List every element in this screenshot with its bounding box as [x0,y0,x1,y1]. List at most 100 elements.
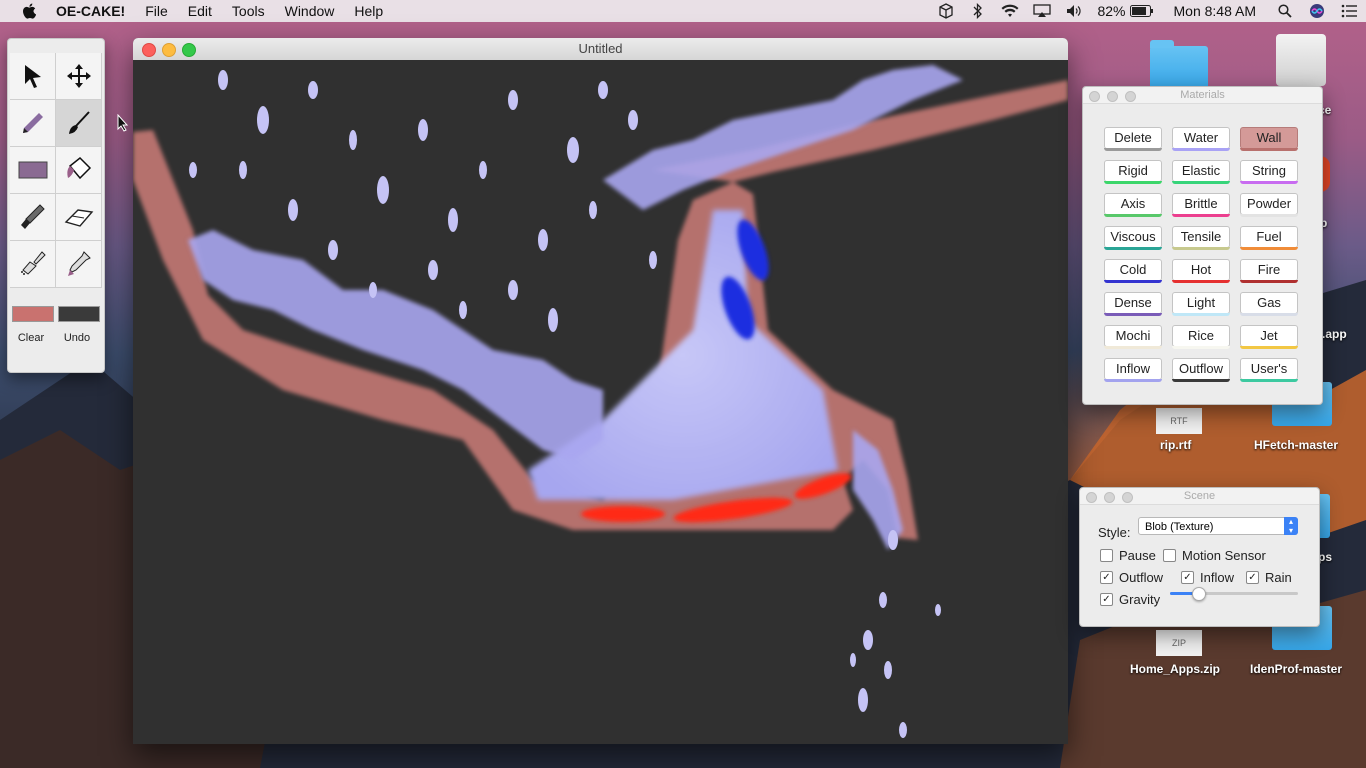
material-label: Inflow [1116,361,1150,376]
material-button-powder[interactable]: Powder [1240,193,1298,217]
gravity-checkbox[interactable]: ✓ Gravity [1100,592,1160,607]
volume-icon[interactable] [1065,3,1083,19]
material-button-mochi[interactable]: Mochi [1104,325,1162,349]
style-select[interactable]: Blob (Texture) ▴ ▾ [1138,517,1298,535]
desktop-folder-icon[interactable] [1150,40,1208,90]
material-button-fire[interactable]: Fire [1240,259,1298,283]
menu-file[interactable]: File [135,0,178,22]
material-button-hot[interactable]: Hot [1172,259,1230,283]
tool-eraser[interactable] [56,194,102,241]
material-button-jet[interactable]: Jet [1240,325,1298,349]
primary-color-swatch[interactable] [12,306,54,322]
tool-dropper[interactable] [56,241,102,288]
notification-center-icon[interactable] [1340,3,1358,19]
material-button-light[interactable]: Light [1172,292,1230,316]
material-button-string[interactable]: String [1240,160,1298,184]
material-button-dense[interactable]: Dense [1104,292,1162,316]
tool-brush[interactable] [56,100,102,147]
undo-button[interactable]: Undo [54,332,100,344]
arrow-pointer-icon [24,65,41,88]
tool-flashlight[interactable] [10,241,56,288]
secondary-color-swatch[interactable] [58,306,100,322]
menu-bar: OE-CAKE! File Edit Tools Window Help 82%… [0,0,1366,22]
tool-move[interactable] [56,53,102,100]
battery-percent: 82% [1097,3,1126,19]
window-titlebar[interactable]: Untitled [133,38,1068,61]
panel-zoom-button[interactable] [1125,91,1136,102]
zip-file-icon[interactable]: ZIP [1156,630,1202,656]
rain-checkbox[interactable]: ✓ Rain [1246,570,1292,585]
desktop-drive-icon[interactable] [1276,34,1326,86]
material-button-inflow[interactable]: Inflow [1104,358,1162,382]
desktop-item-label[interactable]: IdenProf-master [1250,662,1342,676]
scene-panel-title[interactable]: Scene [1080,488,1319,505]
material-button-wall[interactable]: Wall [1240,127,1298,151]
material-button-rigid[interactable]: Rigid [1104,160,1162,184]
apple-menu-icon[interactable] [18,3,40,19]
menu-edit[interactable]: Edit [178,0,222,22]
material-button-outflow[interactable]: Outflow [1172,358,1230,382]
desktop-partial-label: ps [1318,550,1333,564]
material-button-delete[interactable]: Delete [1104,127,1162,151]
rtf-file-icon[interactable]: RTF [1156,408,1202,434]
battery-status[interactable]: 82% [1097,3,1153,19]
panel-minimize-button[interactable] [1107,91,1118,102]
material-color-bar [1240,379,1298,382]
pause-checkbox[interactable]: Pause [1100,548,1156,563]
desktop-partial-label: .app [1322,327,1347,341]
outflow-checkbox[interactable]: ✓ Outflow [1100,570,1163,585]
panel-minimize-button[interactable] [1104,492,1115,503]
material-label: Delete [1114,130,1152,145]
tool-fill[interactable] [56,147,102,194]
material-button-water[interactable]: Water [1172,127,1230,151]
checkbox-box [1100,549,1113,562]
motion-sensor-checkbox[interactable]: Motion Sensor [1163,548,1266,563]
material-button-fuel[interactable]: Fuel [1240,226,1298,250]
materials-panel: Materials Delete Water Wall Rigid Elastic Str… [1082,86,1323,405]
gravity-slider[interactable] [1170,587,1298,601]
panel-close-button[interactable] [1089,91,1100,102]
material-button-axis[interactable]: Axis [1104,193,1162,217]
simulation-canvas[interactable] [133,60,1068,744]
menu-app-name[interactable]: OE-CAKE! [54,0,135,22]
tool-rectangle[interactable] [10,147,56,194]
outflow-label: Outflow [1119,570,1164,585]
inflow-checkbox[interactable]: ✓ Inflow [1181,570,1234,585]
wifi-icon[interactable] [1001,3,1019,19]
material-button-brittle[interactable]: Brittle [1172,193,1230,217]
airplay-icon[interactable] [1033,3,1052,19]
menu-tools[interactable]: Tools [222,0,275,22]
material-button-viscous[interactable]: Viscous [1104,226,1162,250]
materials-panel-title[interactable]: Materials [1083,87,1322,104]
bluetooth-icon[interactable] [969,3,987,19]
panel-close-button[interactable] [1086,492,1097,503]
clear-button[interactable]: Clear [8,332,54,344]
desktop-item-label[interactable]: Home_Apps.zip [1130,662,1220,676]
spotlight-search-icon[interactable] [1276,3,1294,19]
material-color-bar [1104,214,1162,217]
material-label: Cold [1119,262,1147,277]
box-status-icon[interactable] [937,3,955,19]
material-color-bar [1240,346,1298,349]
material-label: Light [1186,295,1216,310]
material-button-users[interactable]: User's [1240,358,1298,382]
panel-zoom-button[interactable] [1122,492,1133,503]
window-title: Untitled [578,41,623,56]
material-color-bar [1104,280,1162,283]
menu-window[interactable]: Window [275,0,345,22]
gravity-slider-knob[interactable] [1192,587,1207,601]
material-button-cold[interactable]: Cold [1104,259,1162,283]
material-button-tensile[interactable]: Tensile [1172,226,1230,250]
tool-pencil[interactable] [10,100,56,147]
tool-knife[interactable] [10,194,56,241]
material-button-rice[interactable]: Rice [1172,325,1230,349]
siri-icon[interactable] [1308,3,1326,19]
desktop-item-label[interactable]: HFetch-master [1254,438,1338,452]
clock[interactable]: Mon 8:48 AM [1168,3,1263,19]
rain-label: Rain [1265,570,1292,585]
menu-help[interactable]: Help [344,0,393,22]
tool-select[interactable] [10,53,56,100]
material-button-gas[interactable]: Gas [1240,292,1298,316]
desktop-item-label[interactable]: rip.rtf [1160,438,1191,452]
material-button-elastic[interactable]: Elastic [1172,160,1230,184]
